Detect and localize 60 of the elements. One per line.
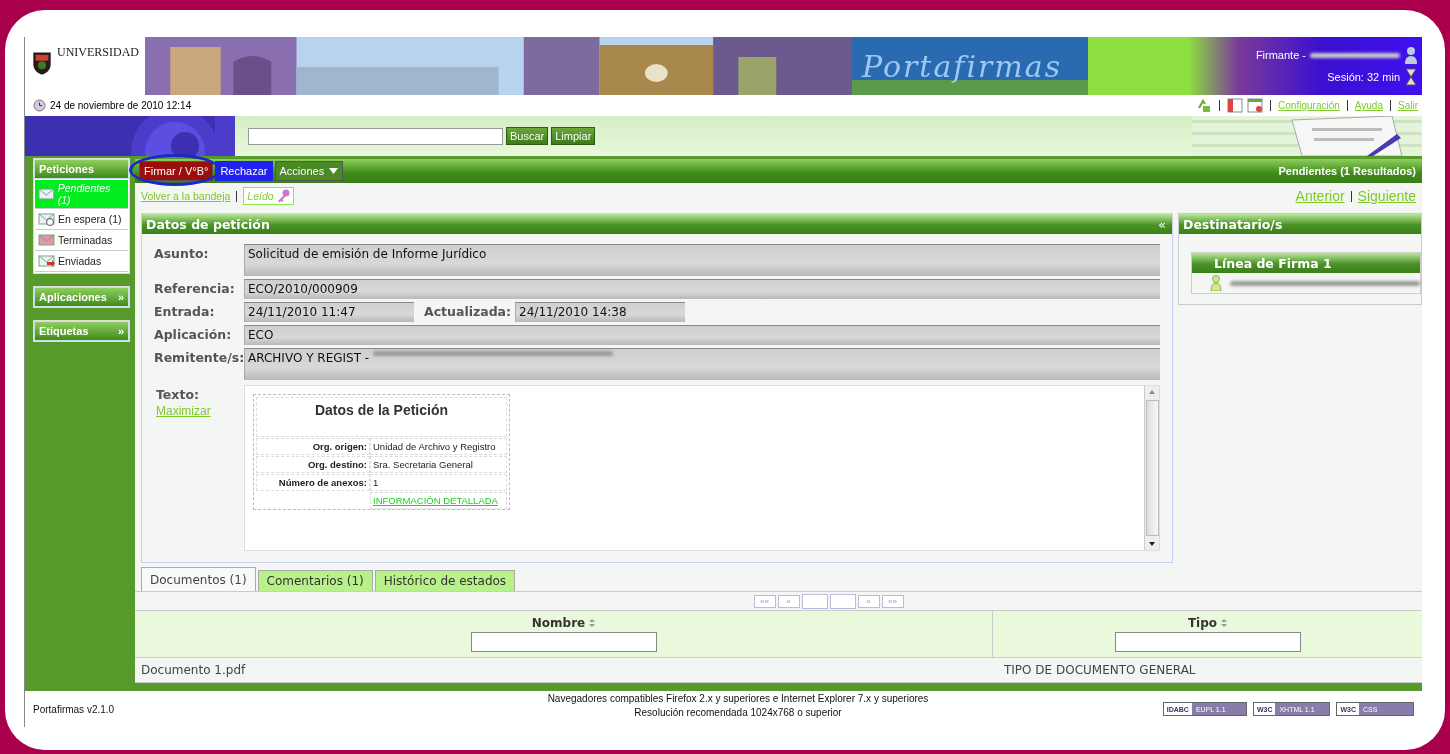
search-button[interactable]: Limpiar [551, 127, 596, 146]
pager-button[interactable]: «« [753, 594, 776, 608]
column-header[interactable]: Nombre [531, 616, 586, 631]
result-count: Pendientes (1 Resultados) [1278, 165, 1417, 178]
document-title: Datos de la Petición [256, 397, 507, 438]
toolbar-button[interactable]: Firmar / V°B° [139, 161, 214, 182]
toolbar-button[interactable]: Rechazar [215, 161, 273, 182]
field-value: 24/11/2010 14:38 [515, 302, 686, 323]
footer-note: Resolución recomendada 1024x768 o superior [634, 706, 842, 718]
pager-button[interactable]: « [777, 594, 800, 608]
version-text: Portafirmas v2.1.0 [33, 703, 116, 715]
field-label: Texto: [156, 386, 200, 403]
field-label: Remitente/s: [154, 349, 244, 366]
field-label: Referencia: [154, 280, 236, 297]
tab[interactable]: Comentarios (1) [257, 570, 373, 592]
document-label: Org. destino: [256, 456, 370, 474]
document-value: Sra. Secretaria General [370, 456, 507, 474]
field-value: ECO [244, 325, 1160, 346]
logo-text: UNIVERSIDAD [57, 45, 139, 60]
pager-button[interactable]: »» [881, 594, 904, 608]
signature-line-header: Línea de Firma 1 [1192, 253, 1420, 274]
toolbar-button[interactable]: Acciones [274, 161, 344, 182]
field-label: Actualizada: [423, 303, 513, 320]
app-title: Portafirmas [862, 48, 1063, 84]
table-cell-text: Documento 1.pdf [140, 663, 247, 678]
sidebar-section-header[interactable]: Peticiones [34, 159, 129, 180]
pager-button[interactable]: » [857, 594, 880, 608]
document-label: Número de anexos: [256, 474, 370, 492]
signer-label: Firmante - [1255, 49, 1306, 61]
back-link[interactable]: Volver a la bandeja [141, 190, 231, 203]
sidebar-item[interactable]: En espera (1) [35, 209, 128, 231]
tab[interactable]: Documentos (1) [141, 567, 256, 592]
search-button[interactable]: Buscar [506, 127, 549, 146]
current-date: 24 de noviembre de 2010 12:14 [50, 100, 192, 112]
document-value: 1 [370, 474, 507, 492]
header-link[interactable]: Configuración [1278, 100, 1340, 112]
sidebar-item[interactable]: Enviadas [35, 251, 128, 273]
header-link[interactable]: Salir [1398, 100, 1418, 112]
column-header[interactable]: Tipo [1187, 616, 1218, 631]
field-value: Solicitud de emisión de Informe Jurídico [244, 244, 1160, 277]
field-value: ARCHIVO Y REGIST - [244, 348, 1160, 381]
sidebar-item[interactable]: Terminadas [35, 230, 128, 252]
sidebar-section-header[interactable]: Etiquetas » [34, 321, 129, 342]
field-label: Entrada: [154, 303, 216, 320]
field-label: Asunto: [154, 245, 210, 262]
collapse-toggle[interactable]: « [1158, 216, 1166, 232]
document-label: Org. origen: [256, 438, 370, 456]
panel-header: Datos de petición « [142, 214, 1172, 235]
read-button[interactable]: Leído [243, 187, 294, 206]
tab[interactable]: Histórico de estados [374, 570, 516, 592]
header-link[interactable]: Ayuda [1354, 100, 1383, 112]
panel-header: Destinatario/s [1179, 214, 1421, 235]
document-value: Unidad de Archivo y Registro [370, 438, 507, 456]
sidebar-section-header[interactable]: Aplicaciones » [34, 287, 129, 308]
footer-note: Navegadores compatibles Firefox 2.x y superiores e Internet Explorer 7.x y superiores [547, 692, 929, 704]
session-time: Sesión: 32 min [1327, 71, 1400, 83]
table-cell-text: TIPO DE DOCUMENTO GENERAL [1003, 663, 1197, 678]
field-label: Aplicación: [154, 326, 233, 343]
field-value: 24/11/2010 11:47 [244, 302, 414, 323]
field-value: ECO/2010/000909 [244, 279, 1160, 300]
